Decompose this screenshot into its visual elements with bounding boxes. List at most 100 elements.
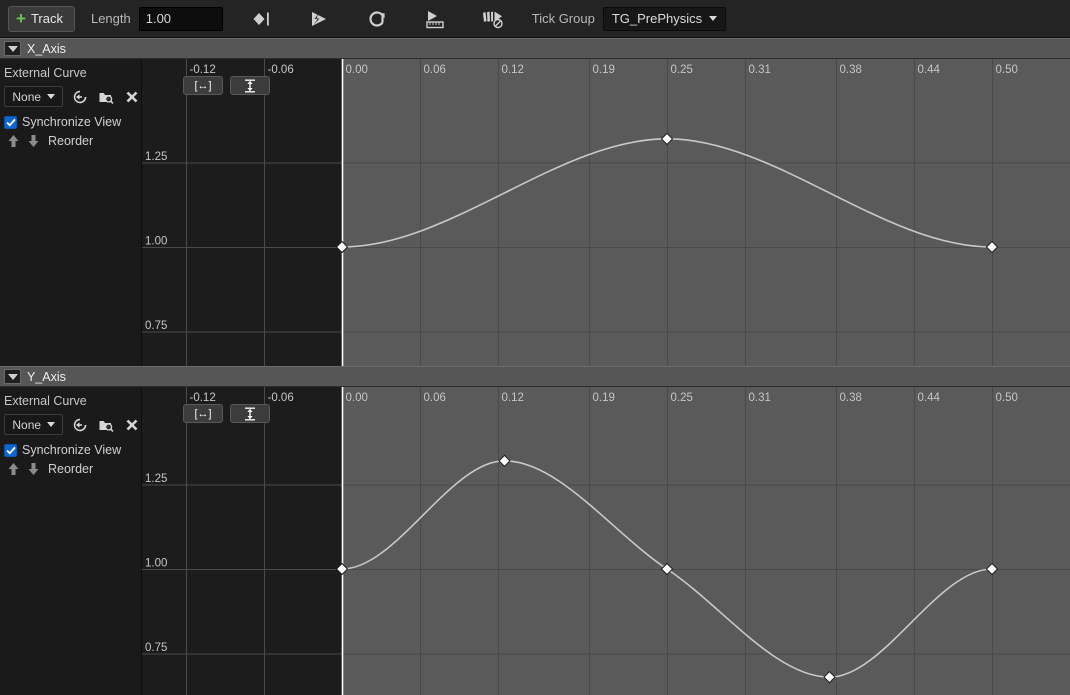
svg-text:0.00: 0.00 — [346, 392, 368, 404]
svg-text:0.31: 0.31 — [749, 64, 771, 76]
clear-asset-icon[interactable] — [123, 416, 141, 434]
curve-canvas[interactable]: -0.12 -0.06 0.00 0.06 0.12 0.19 0.25 0.31 0.38 0.… — [142, 59, 1070, 366]
plus-icon: + — [16, 8, 26, 28]
chevron-down-icon — [47, 94, 56, 99]
external-curve-label: External Curve — [4, 394, 87, 408]
synchronize-view-row[interactable]: Synchronize View — [4, 115, 141, 129]
toolbar: + Track Length 1.00 Tick Group TG_PrePhy… — [0, 0, 1070, 38]
curve-graph-Y_Axis[interactable]: -0.12 -0.06 0.00 0.06 0.12 0.19 0.25 0.31 0.38 0.… — [142, 387, 1070, 695]
chevron-down-icon — [7, 373, 18, 380]
synchronize-view-row[interactable]: Synchronize View — [4, 443, 141, 457]
reorder-row: Reorder — [4, 132, 141, 150]
play-ruler-icon[interactable] — [418, 4, 452, 34]
external-curve-row: None — [4, 86, 141, 107]
svg-text:0.06: 0.06 — [424, 392, 446, 404]
add-track-label: Track — [30, 11, 63, 26]
chevron-down-icon — [47, 422, 56, 427]
loop-icon[interactable] — [360, 4, 394, 34]
svg-text:1.00: 1.00 — [145, 236, 167, 248]
fit-horizontal-label: [↔] — [194, 79, 212, 92]
svg-text:0.25: 0.25 — [671, 64, 693, 76]
track-body: External Curve None Synchronize View Reo… — [0, 387, 1070, 695]
timeline-editor: + Track Length 1.00 Tick Group TG_PrePhy… — [0, 0, 1070, 695]
browse-asset-icon[interactable] — [97, 88, 115, 106]
svg-text:-0.06: -0.06 — [268, 64, 294, 76]
fit-horizontal-button[interactable]: [↔] — [183, 404, 223, 423]
external-curve-dropdown[interactable]: None — [4, 86, 64, 107]
external-curve-dropdown[interactable]: None — [4, 414, 64, 435]
fit-vertical-button[interactable] — [230, 404, 270, 423]
track-section: X_Axis External Curve None Synchronize V… — [0, 38, 1070, 366]
track-properties-panel: External Curve None Synchronize View Reo… — [0, 387, 142, 695]
browse-asset-icon[interactable] — [97, 416, 115, 434]
svg-text:-0.06: -0.06 — [268, 392, 294, 404]
svg-text:0.31: 0.31 — [749, 392, 771, 404]
length-input[interactable]: 1.00 — [138, 6, 223, 31]
svg-text:0.75: 0.75 — [145, 642, 167, 654]
track-expander-Y_Axis[interactable] — [4, 369, 21, 384]
chevron-down-icon — [7, 45, 18, 52]
fit-vertical-icon — [245, 79, 255, 93]
tick-group-label: Tick Group — [531, 11, 595, 26]
svg-text:0.44: 0.44 — [918, 392, 941, 404]
use-selected-asset-icon[interactable] — [71, 416, 89, 434]
external-curve-row: None — [4, 414, 141, 435]
tick-group-dropdown[interactable]: TG_PrePhysics — [602, 6, 727, 31]
clear-asset-icon[interactable] — [123, 88, 141, 106]
fit-vertical-button[interactable] — [230, 76, 270, 95]
tick-group-value: TG_PrePhysics — [611, 11, 703, 26]
synchronize-view-checkbox[interactable] — [4, 443, 17, 457]
svg-text:0.50: 0.50 — [996, 392, 1018, 404]
curve-canvas[interactable]: -0.12 -0.06 0.00 0.06 0.12 0.19 0.25 0.31 0.38 0.… — [142, 387, 1070, 695]
reorder-row: Reorder — [4, 460, 141, 478]
svg-text:0.44: 0.44 — [918, 64, 941, 76]
svg-text:0.19: 0.19 — [593, 64, 615, 76]
svg-text:0.38: 0.38 — [840, 64, 862, 76]
svg-text:0.19: 0.19 — [593, 392, 615, 404]
svg-text:0.06: 0.06 — [424, 64, 446, 76]
svg-text:0.25: 0.25 — [671, 392, 693, 404]
synchronize-view-label: Synchronize View — [22, 115, 122, 129]
svg-text:1.25: 1.25 — [145, 473, 167, 485]
use-selected-asset-icon[interactable] — [71, 88, 89, 106]
svg-text:-0.12: -0.12 — [190, 392, 216, 404]
arrow-down-icon[interactable] — [24, 132, 42, 150]
track-body: External Curve None Synchronize View Reo… — [0, 59, 1070, 366]
reorder-label: Reorder — [48, 134, 94, 148]
play-lightning-icon[interactable] — [302, 4, 336, 34]
chevron-down-icon — [709, 16, 718, 21]
track-title: Y_Axis — [27, 369, 66, 384]
ignore-time-dilation-icon[interactable] — [476, 4, 510, 34]
arrow-up-icon[interactable] — [4, 132, 22, 150]
synchronize-view-label: Synchronize View — [22, 443, 122, 457]
svg-text:1.00: 1.00 — [145, 558, 167, 570]
svg-text:0.12: 0.12 — [502, 392, 524, 404]
external-curve-value: None — [12, 89, 42, 104]
arrow-up-icon[interactable] — [4, 460, 22, 478]
svg-text:-0.12: -0.12 — [190, 64, 216, 76]
track-header: Y_Axis — [0, 366, 1070, 387]
fit-vertical-icon — [245, 407, 255, 421]
arrow-down-icon[interactable] — [24, 460, 42, 478]
fit-horizontal-button[interactable]: [↔] — [183, 76, 223, 95]
external-curve-label: External Curve — [4, 66, 87, 80]
track-expander-X_Axis[interactable] — [4, 41, 21, 56]
track-header: X_Axis — [0, 38, 1070, 59]
track-section: Y_Axis External Curve None Synchronize V… — [0, 366, 1070, 695]
track-title: X_Axis — [27, 41, 66, 56]
svg-text:1.25: 1.25 — [145, 151, 167, 163]
length-label: Length — [90, 11, 131, 26]
external-curve-value: None — [12, 417, 42, 432]
svg-text:0.75: 0.75 — [145, 320, 167, 332]
svg-text:0.50: 0.50 — [996, 64, 1018, 76]
add-keyframe-icon[interactable] — [245, 4, 279, 34]
svg-text:0.00: 0.00 — [346, 64, 368, 76]
add-track-button[interactable]: + Track — [8, 5, 75, 32]
track-properties-panel: External Curve None Synchronize View Reo… — [0, 59, 142, 366]
svg-text:0.38: 0.38 — [840, 392, 862, 404]
svg-text:0.12: 0.12 — [502, 64, 524, 76]
curve-graph-X_Axis[interactable]: -0.12 -0.06 0.00 0.06 0.12 0.19 0.25 0.31 0.38 0.… — [142, 59, 1070, 366]
reorder-label: Reorder — [48, 462, 94, 476]
synchronize-view-checkbox[interactable] — [4, 115, 17, 129]
fit-horizontal-label: [↔] — [194, 407, 212, 420]
